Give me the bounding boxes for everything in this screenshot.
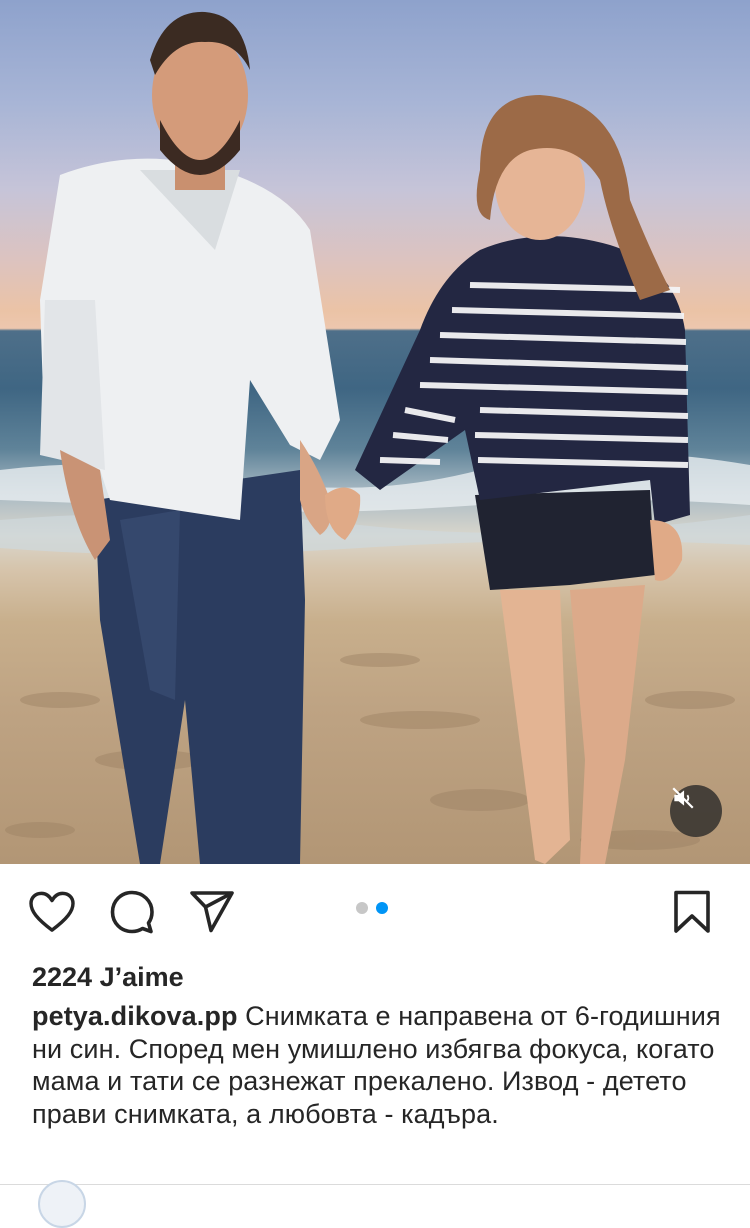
comment-icon bbox=[110, 890, 154, 934]
post-media[interactable] bbox=[0, 0, 750, 864]
mute-toggle-button[interactable] bbox=[670, 785, 722, 837]
speaker-muted-icon bbox=[672, 787, 694, 809]
carousel-indicator bbox=[356, 902, 388, 914]
divider bbox=[0, 1184, 750, 1185]
bookmark-icon bbox=[674, 890, 710, 933]
share-button[interactable] bbox=[188, 888, 236, 936]
man-figure bbox=[40, 11, 340, 864]
like-button[interactable] bbox=[28, 888, 76, 936]
heart-icon bbox=[29, 891, 75, 932]
carousel-dot-active bbox=[376, 902, 388, 914]
woman-figure bbox=[325, 95, 690, 864]
next-post-avatar[interactable] bbox=[38, 1180, 86, 1228]
carousel-dot bbox=[356, 902, 368, 914]
post-action-bar bbox=[0, 864, 750, 960]
paper-plane-icon bbox=[190, 891, 234, 933]
beach-photo bbox=[0, 11, 750, 864]
post-caption: petya.dikova.pp Снимката е направена от … bbox=[32, 1000, 722, 1130]
caption-username[interactable]: petya.dikova.pp bbox=[32, 1001, 238, 1031]
save-button[interactable] bbox=[668, 888, 716, 936]
comment-button[interactable] bbox=[108, 888, 156, 936]
likes-count[interactable]: 2224 J’aime bbox=[32, 960, 184, 994]
